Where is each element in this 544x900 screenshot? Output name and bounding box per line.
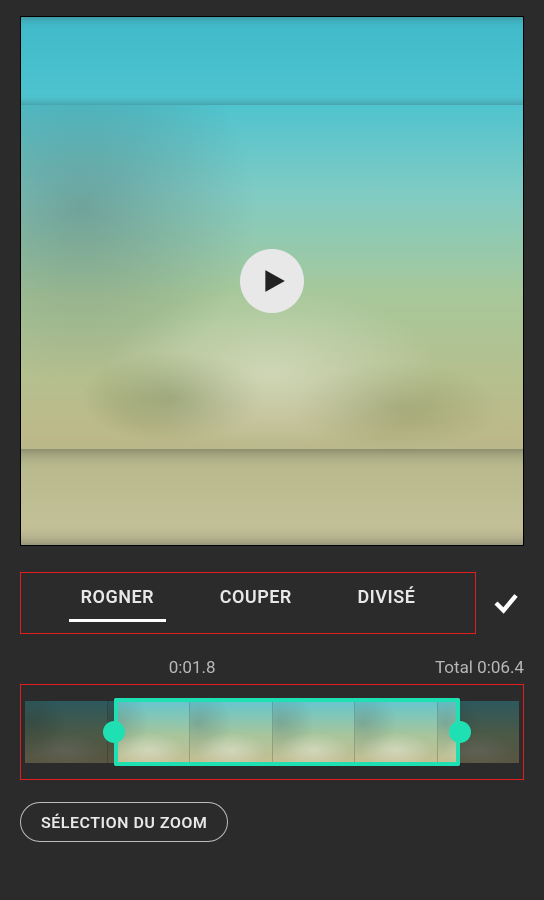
time-labels: 0:01.8 Total 0:06.4 <box>0 634 544 684</box>
confirm-button[interactable] <box>488 585 524 621</box>
timeline-thumb <box>272 701 355 763</box>
tab-bar: ROGNER COUPER DIVISÉ <box>20 572 476 634</box>
tab-split[interactable]: DIVISÉ <box>351 583 421 622</box>
video-preview[interactable] <box>20 16 524 546</box>
total-time-label: Total 0:06.4 <box>435 658 524 678</box>
trim-handle-end[interactable] <box>449 721 471 743</box>
play-icon <box>261 268 287 294</box>
tab-bar-row: ROGNER COUPER DIVISÉ <box>0 562 544 634</box>
zoom-row: SÉLECTION DU ZOOM <box>0 780 544 842</box>
video-trim-editor: ROGNER COUPER DIVISÉ 0:01.8 Total 0:06.4… <box>0 0 544 900</box>
timeline-dim-left <box>25 701 114 763</box>
tab-cut[interactable]: COUPER <box>214 583 298 622</box>
preview-container <box>0 0 544 562</box>
tab-crop[interactable]: ROGNER <box>75 583 160 622</box>
timeline-thumb <box>189 701 272 763</box>
timeline-thumb <box>354 701 437 763</box>
check-icon <box>491 588 521 618</box>
zoom-selection-button[interactable]: SÉLECTION DU ZOOM <box>20 802 228 842</box>
timeline-thumbs <box>25 701 519 763</box>
preview-blur-bottom <box>20 444 524 546</box>
trim-handle-start[interactable] <box>103 721 125 743</box>
preview-blur-top <box>20 16 524 109</box>
current-time-label: 0:01.8 <box>169 658 216 678</box>
timeline[interactable] <box>20 684 524 780</box>
play-button[interactable] <box>240 249 304 313</box>
